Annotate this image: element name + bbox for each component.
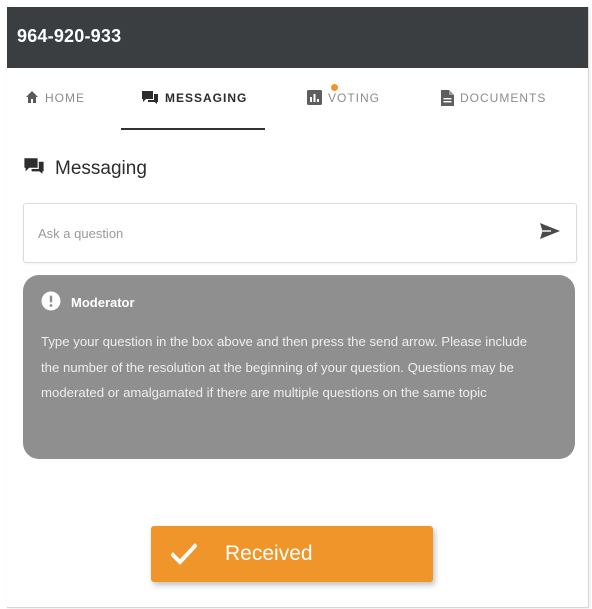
tab-voting-label: VOTING: [328, 91, 381, 105]
meeting-id-title: 964-920-933: [17, 26, 122, 46]
tab-messaging-label: MESSAGING: [165, 91, 248, 105]
messaging-heading: Messaging: [23, 157, 147, 181]
voting-notification-dot: [331, 84, 338, 91]
send-button[interactable]: [538, 221, 562, 245]
checkmark-icon: [170, 542, 198, 572]
chat-icon: [141, 90, 159, 105]
moderator-message-text: Type your question in the box above and …: [41, 334, 528, 400]
tab-voting[interactable]: VOTING: [307, 84, 381, 130]
question-input[interactable]: [36, 220, 520, 246]
moderator-message-card: Moderator Type your question in the box …: [23, 275, 575, 459]
chat-icon: [23, 157, 45, 181]
app-frame: 964-920-933 HOME MESSAGING VOTING DOCUME…: [7, 7, 589, 608]
toast-message: Received: [225, 542, 313, 565]
info-icon: [41, 291, 61, 314]
tab-documents-label: DOCUMENTS: [460, 91, 547, 105]
moderator-title: Moderator: [71, 295, 135, 310]
send-icon: [539, 222, 561, 245]
received-toast: Received: [151, 526, 433, 582]
moderator-header: Moderator: [41, 291, 135, 314]
bar-chart-icon: [307, 84, 338, 105]
tab-home[interactable]: HOME: [25, 90, 85, 130]
tab-messaging[interactable]: MESSAGING: [120, 90, 266, 130]
tab-bar: HOME MESSAGING VOTING DOCUMENTS: [7, 68, 588, 130]
question-input-box: [23, 203, 577, 263]
top-bar: 964-920-933: [7, 7, 588, 68]
messaging-heading-text: Messaging: [55, 158, 147, 179]
document-icon: [441, 90, 454, 106]
tab-documents[interactable]: DOCUMENTS: [441, 90, 546, 130]
home-icon: [25, 90, 39, 104]
tab-home-label: HOME: [45, 91, 85, 105]
